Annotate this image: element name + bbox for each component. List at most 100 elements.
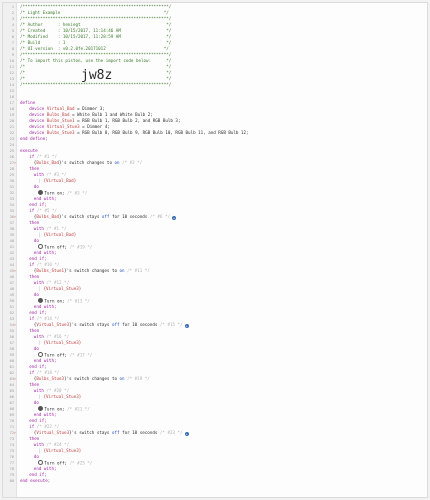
code-token: end if; [29,202,47,207]
code-token: {Virtual_Stue3} [43,340,82,345]
code-token: end if; [29,256,47,261]
code-token: Bulbs_Bad [46,112,70,117]
code-token: /* Modified : 10/15/2017, 11:28:59 AM */ [20,34,172,39]
code-token: }'s switch stays [69,322,112,327]
code-token: if [29,316,37,321]
code-token: if [29,154,37,159]
code-token: with [33,226,47,231]
code-token: Virtual_Stue3 [46,124,80,129]
code-token: define [20,100,36,105]
code-token: end if; [29,310,47,315]
import-code: jw8z [81,68,113,83]
add-condition-button[interactable]: + [184,431,189,436]
code-token: do [33,292,39,297]
code-token: /* #21 */ [64,406,90,412]
code-token: with [33,334,47,339]
code-token: }'s switch stays [69,430,112,435]
code-token: = Dimmer 4; [79,124,110,129]
code-token: Turn on; [44,190,65,196]
code-token: off [111,430,120,435]
code-token: end with; [33,250,57,255]
add-condition-button[interactable]: + [184,323,189,328]
code-token: /* #22 */ [36,424,60,429]
code-token: end if; [29,472,47,477]
code-token: /* #1 */ [46,226,67,231]
code-token: then [29,166,40,171]
code-token: /* #19 */ [124,376,150,381]
code-token: /***************************************… [20,52,172,57]
code-token: Turn on; [44,298,65,304]
code-text: end execute; [20,478,50,484]
code-token: /* #2 */ [119,160,143,165]
code-token: Turn on; [44,406,65,412]
code-token: if [29,262,37,267]
code-token: with [33,442,47,447]
code-token: /* #20 */ [46,388,70,393]
code-token: execute [20,148,38,153]
code-token: if [29,370,37,375]
code-token: /* #1 */ [36,154,57,159]
code-token: /* Author : heniegt */ [20,22,172,27]
code-token: do [33,184,39,189]
code-token: with [33,388,47,393]
code-token: /* Created : 10/15/2017, 11:14:46 AM */ [20,28,172,33]
code-token: then [29,328,40,333]
code-token: if [29,208,37,213]
code-token: /* #11 */ [124,268,150,273]
code-token: = Dimmer 3; [74,106,105,111]
radio-on-icon [38,406,44,411]
code-token: /* #13 */ [64,298,90,304]
radio-off-icon [38,244,44,249]
code-token: /* #15 */ [157,322,183,327]
code-token: end with; [33,304,57,309]
code-token: device [29,106,47,111]
code-token: /* #10 */ [36,262,60,267]
radio-on-icon [38,298,44,303]
code-token: for 10 seconds [109,214,148,219]
add-condition-button[interactable]: + [172,215,176,220]
code-token: /* #23 */ [157,430,183,435]
code-token: Bulbs_Stue1 [36,268,65,273]
piston-code-view: 1/**************************************… [2,2,428,498]
code-token: {Virtual_Stue3} [43,448,82,453]
code-token: /* #3 */ [64,190,88,196]
code-token: = RGB Bulb 8, RGB Bulb 9, RGB Bulb 10, R… [74,130,249,135]
code-token: do [33,454,39,459]
code-token: if [29,424,37,429]
code-token: end with; [33,412,57,417]
radio-off-icon [38,460,44,465]
code-token: Bulbs_Bad [36,160,60,165]
code-token: then [29,382,40,387]
code-token: end define; [20,136,48,141]
code-token: end with; [33,358,57,363]
code-token: then [29,220,40,225]
code-token: /* To import this piston, use the import… [20,58,172,63]
code-token: /* #6 */ [147,214,170,219]
code-token: Turn off; [44,352,68,358]
code-token: = White Bulb 1 and White Bulb 2; [69,112,153,117]
code-token: /* #14 */ [36,316,60,321]
code-token: }'s switch changes to [64,376,120,381]
code-token: with [33,280,47,285]
code-token: device [29,124,47,129]
code-token: /* #25 */ [67,460,93,466]
code-token: /***************************************… [20,4,172,9]
code-token: do [33,400,39,405]
code-token: do [33,346,39,351]
code-token: end with; [33,466,57,471]
code-token: /* #5 */ [36,208,57,213]
code-token: device [29,118,47,123]
code-token: end if; [29,364,47,369]
code-token: /***************************************… [20,16,172,21]
code-token: then [29,436,40,441]
code-line: 80 end execute; [3,478,427,484]
code-token: Turn off; [44,244,68,250]
code-token: Virtual_Stue3 [36,322,70,327]
code-token: /* Build : 1 */ [20,40,172,45]
code-token: /* UI version : v0.2.0fe.20171012 */ [20,46,169,51]
code-token: /* #17 */ [67,352,93,358]
code-token: /* #3 */ [46,172,67,177]
code-token: for 10 seconds [119,430,158,435]
code-token: do [33,238,39,243]
code-token: end if; [29,418,47,423]
